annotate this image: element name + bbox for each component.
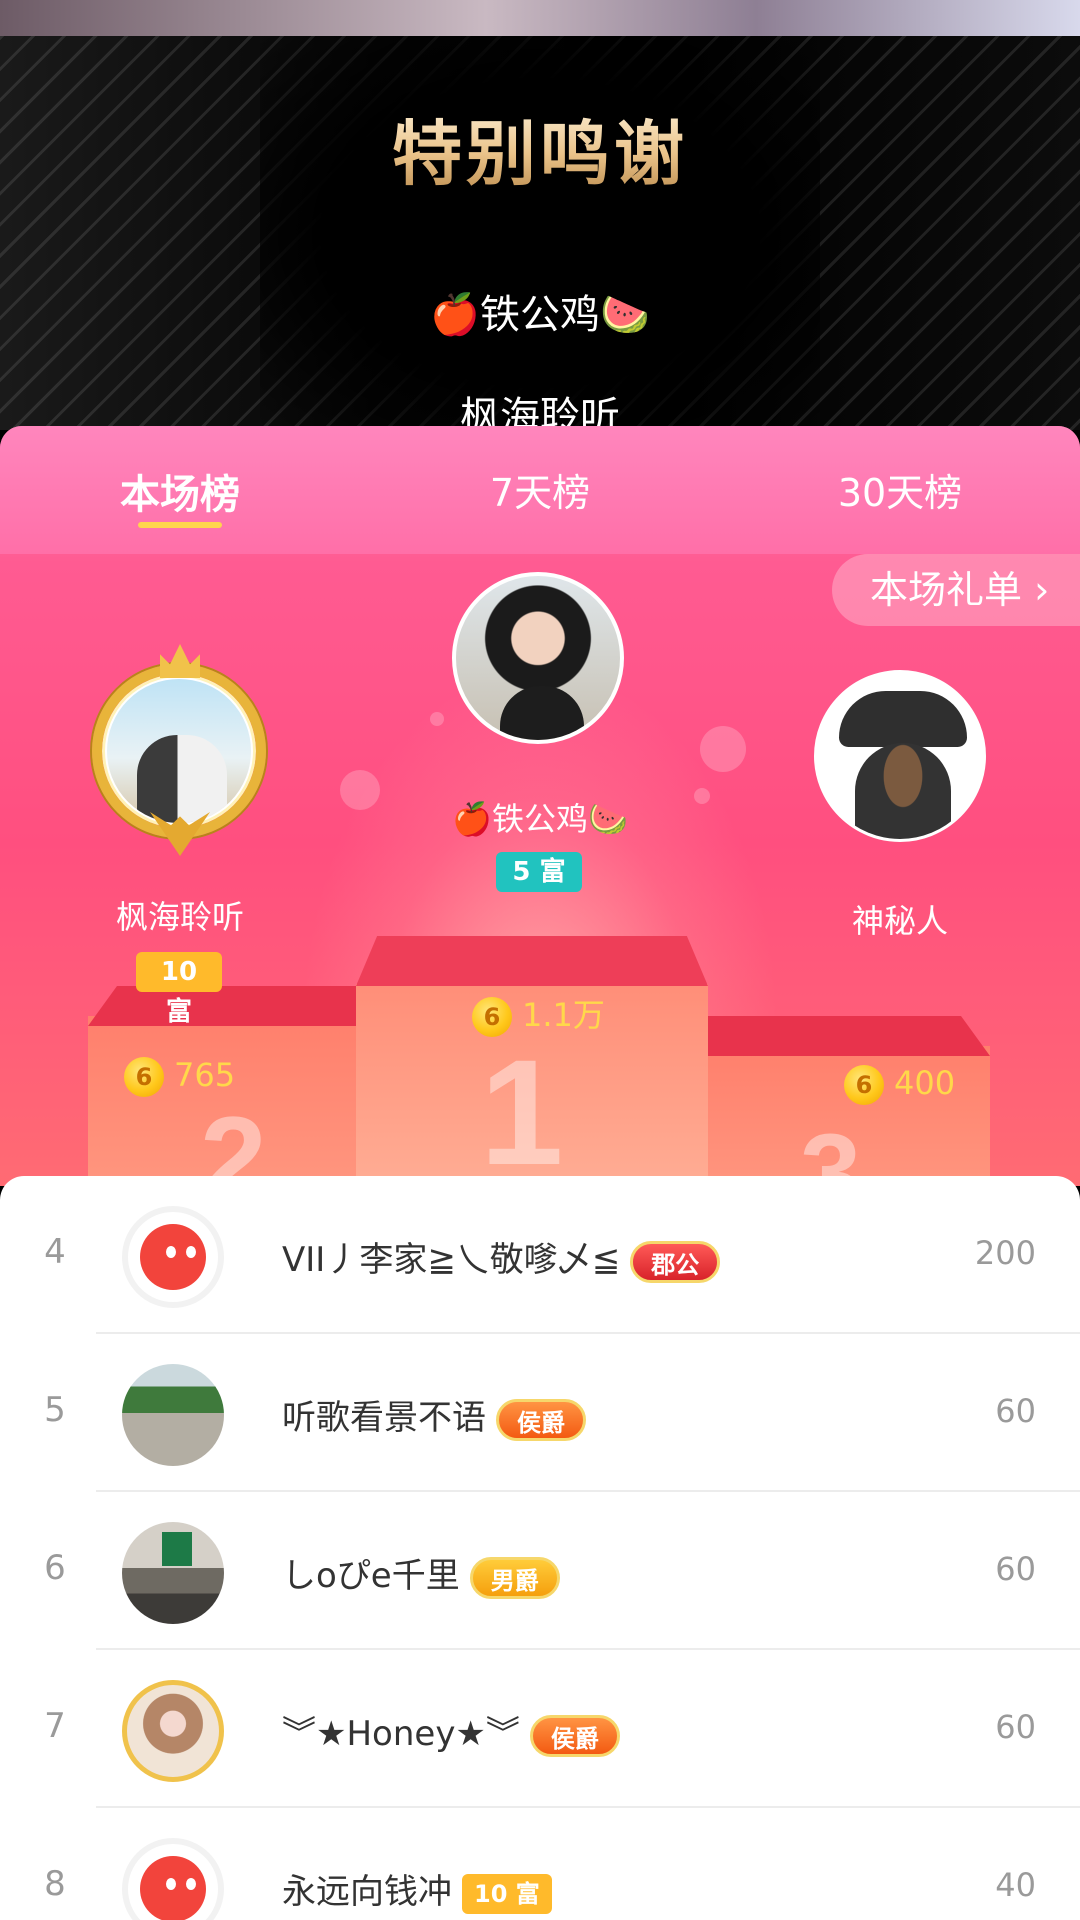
decor-bubble	[694, 788, 710, 804]
list-score: 60	[995, 1550, 1036, 1588]
podium-number-3: 3	[800, 1112, 862, 1186]
banner-center-fade	[260, 36, 820, 430]
third-place-score: 6 400	[844, 1064, 955, 1105]
list-rank: 5	[44, 1390, 66, 1430]
special-thanks-banner: 特别鸣谢 🍎铁公鸡🍉 枫海聆听	[0, 36, 1080, 430]
thanks-name-1: 🍎铁公鸡🍉	[430, 292, 650, 338]
rich-level-badge: 10 富	[462, 1873, 552, 1914]
ranking-panel: 本场榜 7天榜 30天榜 本场礼单 › 1 2 3 🍎铁公鸡🍉 5 富 6 1.1…	[0, 426, 1080, 1186]
decor-bubble	[430, 712, 444, 726]
list-name-text: 永远向钱冲	[282, 1872, 452, 1912]
second-place-score: 6 765	[124, 1056, 235, 1097]
list-avatar[interactable]	[122, 1522, 224, 1624]
decor-bubble	[700, 726, 746, 772]
gold-avatar-frame	[92, 664, 266, 838]
crown-icon	[160, 644, 200, 678]
second-place-rich-badge: 10 富	[136, 952, 222, 1027]
emoji-wink-icon[interactable]	[122, 1206, 224, 1308]
list-name-text: ︾★Honey★︾	[282, 1714, 520, 1754]
list-rank: 8	[44, 1864, 66, 1904]
list-name: 永远向钱冲 10 富	[282, 1864, 552, 1914]
list-item[interactable]: 5 听歌看景不语 侯爵 60	[0, 1334, 1080, 1492]
list-name-text: 听歌看景不语	[282, 1398, 486, 1438]
special-thanks-title: 特别鸣谢	[0, 98, 1080, 199]
tab-7-days[interactable]: 7天榜	[420, 462, 660, 517]
list-item[interactable]: 6 しoぴe千里 男爵 60	[0, 1492, 1080, 1650]
emoji-wink-icon[interactable]	[122, 1838, 224, 1920]
first-place-name: 🍎铁公鸡🍉	[452, 800, 628, 838]
list-name-text: しoぴe千里	[282, 1556, 460, 1596]
first-place-avatar[interactable]	[452, 572, 624, 744]
first-place-score: 6 1.1万	[472, 990, 605, 1037]
coin-icon: 6	[472, 997, 512, 1037]
list-score: 60	[995, 1708, 1036, 1746]
list-name: 听歌看景不语 侯爵	[282, 1390, 586, 1441]
third-place-score-value: 400	[894, 1064, 956, 1102]
list-rank: 7	[44, 1706, 66, 1746]
active-tab-indicator	[138, 522, 222, 528]
third-place-avatar-mystery[interactable]	[814, 670, 986, 842]
list-name-text: VII丿李家≧乀敬嗲乄≦	[282, 1240, 621, 1280]
list-name: VII丿李家≧乀敬嗲乄≦ 郡公	[282, 1232, 721, 1283]
list-name: しoぴe千里 男爵	[282, 1548, 560, 1599]
coin-icon: 6	[124, 1057, 164, 1097]
coin-icon: 6	[844, 1065, 884, 1105]
podium-number-2: 2	[200, 1092, 267, 1186]
list-avatar[interactable]	[122, 1680, 224, 1782]
third-place-name: 神秘人	[851, 902, 948, 940]
ranking-list: 4 VII丿李家≧乀敬嗲乄≦ 郡公 200 5 听歌看景不语 侯爵 60 6 しoぴ…	[0, 1176, 1080, 1920]
second-place-score-value: 765	[174, 1056, 236, 1094]
list-score: 200	[974, 1234, 1036, 1272]
noble-title-badge: 侯爵	[529, 1714, 620, 1757]
tab-30-days[interactable]: 30天榜	[780, 462, 1020, 517]
first-place-score-value: 1.1万	[522, 996, 605, 1034]
list-score: 40	[995, 1866, 1036, 1904]
list-avatar[interactable]	[122, 1364, 224, 1466]
first-place-rich-badge: 5 富	[496, 852, 582, 892]
noble-title-badge: 郡公	[630, 1240, 721, 1283]
decor-bubble	[340, 770, 380, 810]
list-item[interactable]: 4 VII丿李家≧乀敬嗲乄≦ 郡公 200	[0, 1176, 1080, 1334]
list-score: 60	[995, 1392, 1036, 1430]
noble-title-badge: 侯爵	[496, 1398, 586, 1441]
list-item[interactable]: 8 永远向钱冲 10 富 40	[0, 1808, 1080, 1920]
list-name: ︾★Honey★︾ 侯爵	[282, 1706, 620, 1757]
list-item[interactable]: 7 ︾★Honey★︾ 侯爵 60	[0, 1650, 1080, 1808]
list-rank: 4	[44, 1232, 66, 1272]
session-gift-list-button[interactable]: 本场礼单 ›	[832, 554, 1080, 626]
list-rank: 6	[44, 1548, 66, 1588]
thanks-name-2: 枫海聆听	[460, 394, 620, 430]
top-photo-strip	[0, 0, 1080, 36]
tab-this-session[interactable]: 本场榜	[60, 462, 300, 520]
ranking-tabs: 本场榜 7天榜 30天榜	[0, 426, 1080, 554]
second-place-name: 枫海聆听	[115, 898, 244, 936]
podium-number-1: 1	[480, 1028, 564, 1186]
noble-title-badge: 男爵	[469, 1556, 560, 1599]
